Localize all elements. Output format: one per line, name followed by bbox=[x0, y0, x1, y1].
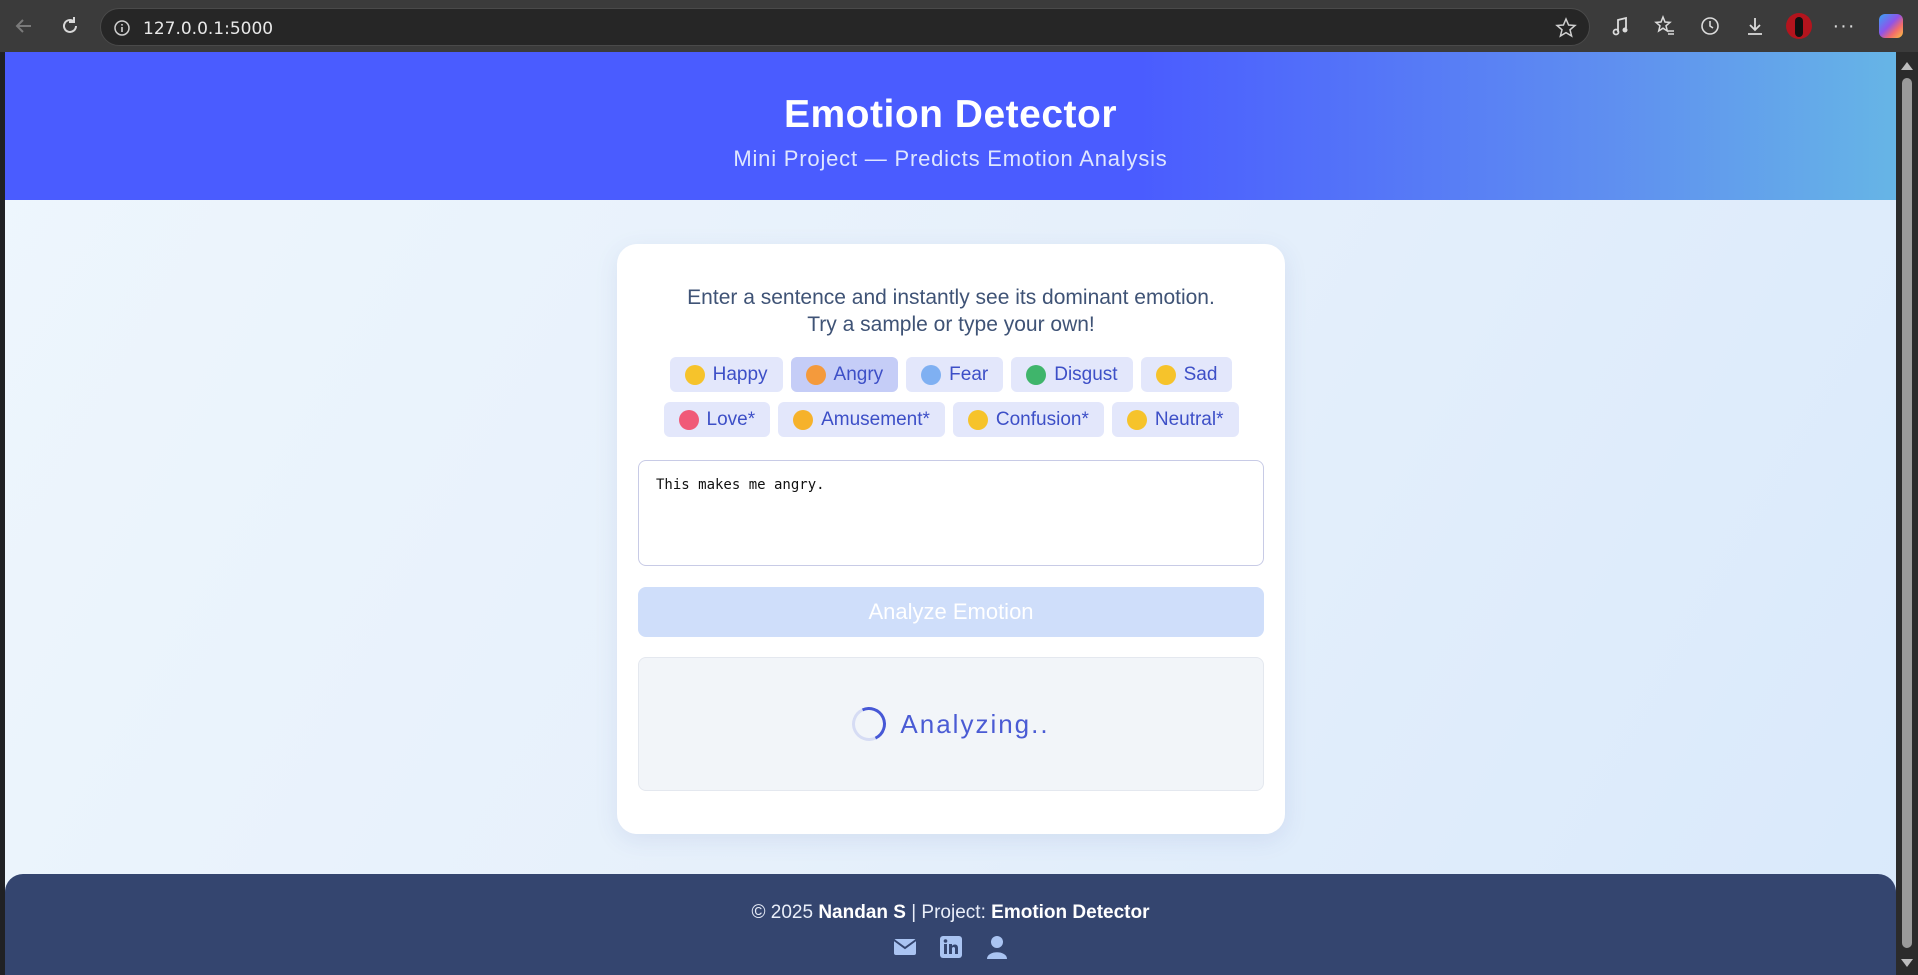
intro-line-1: Enter a sentence and instantly see its d… bbox=[687, 286, 1215, 309]
detector-card: Enter a sentence and instantly see its d… bbox=[617, 244, 1285, 834]
disgust-emoji-icon bbox=[1026, 364, 1047, 385]
sample-chip-sad[interactable]: Sad bbox=[1140, 357, 1233, 392]
sample-chip-fear[interactable]: Fear bbox=[906, 357, 1004, 392]
back-button[interactable] bbox=[10, 12, 38, 40]
linkedin-icon[interactable] bbox=[938, 934, 964, 960]
sentence-input[interactable]: This makes me angry. bbox=[638, 460, 1264, 566]
page-viewport: Emotion Detector Mini Project — Predicts… bbox=[5, 52, 1896, 975]
sample-label: Love* bbox=[706, 408, 756, 430]
sample-label: Sad bbox=[1183, 363, 1218, 385]
favorites-icon bbox=[1654, 15, 1674, 35]
download-icon bbox=[1748, 18, 1762, 35]
sample-row-2: Love* Amusement* Confusion* Neutral* bbox=[617, 402, 1285, 437]
favorites-button[interactable] bbox=[1652, 13, 1678, 39]
project-name: Emotion Detector bbox=[991, 902, 1150, 923]
copilot-icon bbox=[1879, 14, 1903, 38]
analyze-emotion-button[interactable]: Analyze Emotion bbox=[638, 587, 1264, 637]
result-panel: Analyzing.. bbox=[638, 657, 1264, 791]
history-button[interactable] bbox=[1697, 13, 1723, 39]
fear-emoji-icon bbox=[921, 364, 942, 385]
back-arrow-icon bbox=[15, 19, 31, 33]
more-icon: ··· bbox=[1832, 14, 1856, 37]
scroll-thumb[interactable] bbox=[1902, 78, 1912, 948]
page-scrollbar[interactable] bbox=[1896, 52, 1918, 975]
angry-emoji-icon bbox=[805, 364, 826, 385]
sample-label: Confusion* bbox=[995, 408, 1089, 430]
footer-links bbox=[5, 934, 1896, 960]
sample-chip-neutral[interactable]: Neutral* bbox=[1111, 402, 1239, 437]
sample-chip-amusement[interactable]: Amusement* bbox=[778, 402, 945, 437]
scroll-up-arrow-icon[interactable] bbox=[1901, 62, 1913, 70]
scroll-down-arrow-icon[interactable] bbox=[1901, 959, 1913, 967]
address-bar[interactable]: 127.0.0.1:5000 bbox=[100, 8, 1590, 46]
amusement-emoji-icon bbox=[793, 409, 814, 430]
mail-icon[interactable] bbox=[892, 934, 918, 960]
info-icon[interactable] bbox=[113, 19, 131, 37]
copilot-button[interactable] bbox=[1878, 13, 1904, 39]
copyright-text: © 2025 bbox=[751, 902, 814, 923]
love-emoji-icon bbox=[678, 409, 699, 430]
more-menu-button[interactable]: ··· bbox=[1831, 13, 1857, 39]
sample-chip-confusion[interactable]: Confusion* bbox=[952, 402, 1104, 437]
page-header: Emotion Detector Mini Project — Predicts… bbox=[5, 52, 1896, 200]
url-text: 127.0.0.1:5000 bbox=[143, 19, 274, 39]
analyzing-status: Analyzing.. bbox=[900, 708, 1050, 739]
reload-icon bbox=[63, 17, 77, 33]
page-footer: © 2025 Nandan S | Project: Emotion Detec… bbox=[5, 874, 1896, 975]
intro-text: Enter a sentence and instantly see its d… bbox=[617, 284, 1285, 338]
profile-avatar bbox=[1786, 13, 1812, 39]
neutral-emoji-icon bbox=[1126, 409, 1147, 430]
intro-line-2: Try a sample or type your own! bbox=[807, 313, 1095, 336]
sample-label: Amusement* bbox=[821, 408, 930, 430]
sample-label: Disgust bbox=[1054, 363, 1118, 385]
sample-chip-angry[interactable]: Angry bbox=[790, 357, 899, 392]
browser-toolbar: 127.0.0.1:5000 ··· bbox=[0, 0, 1918, 52]
author-name: Nandan S bbox=[818, 902, 906, 923]
sample-chip-disgust[interactable]: Disgust bbox=[1011, 357, 1133, 392]
footer-credits: © 2025 Nandan S | Project: Emotion Detec… bbox=[5, 902, 1896, 924]
history-icon bbox=[1701, 17, 1719, 35]
sample-label: Neutral* bbox=[1154, 408, 1224, 430]
sample-label: Happy bbox=[712, 363, 768, 385]
favorite-star-icon[interactable] bbox=[1555, 17, 1577, 39]
happy-emoji-icon bbox=[684, 364, 705, 385]
reload-button[interactable] bbox=[56, 12, 84, 40]
music-note-icon bbox=[1612, 16, 1628, 36]
sad-emoji-icon bbox=[1155, 364, 1176, 385]
loading-spinner-icon bbox=[847, 702, 892, 746]
sample-chip-love[interactable]: Love* bbox=[663, 402, 771, 437]
sample-label: Fear bbox=[949, 363, 989, 385]
downloads-button[interactable] bbox=[1742, 13, 1768, 39]
sample-chip-happy[interactable]: Happy bbox=[669, 357, 783, 392]
media-control-button[interactable] bbox=[1608, 13, 1634, 39]
project-separator: | Project: bbox=[911, 902, 986, 923]
user-icon[interactable] bbox=[984, 934, 1010, 960]
sample-label: Angry bbox=[833, 363, 884, 385]
profile-button[interactable] bbox=[1786, 13, 1812, 39]
sample-row-1: Happy Angry Fear Disgust Sad bbox=[617, 357, 1285, 392]
page-subtitle: Mini Project — Predicts Emotion Analysis bbox=[733, 146, 1168, 171]
confusion-emoji-icon bbox=[967, 409, 988, 430]
page-title: Emotion Detector bbox=[783, 93, 1118, 136]
